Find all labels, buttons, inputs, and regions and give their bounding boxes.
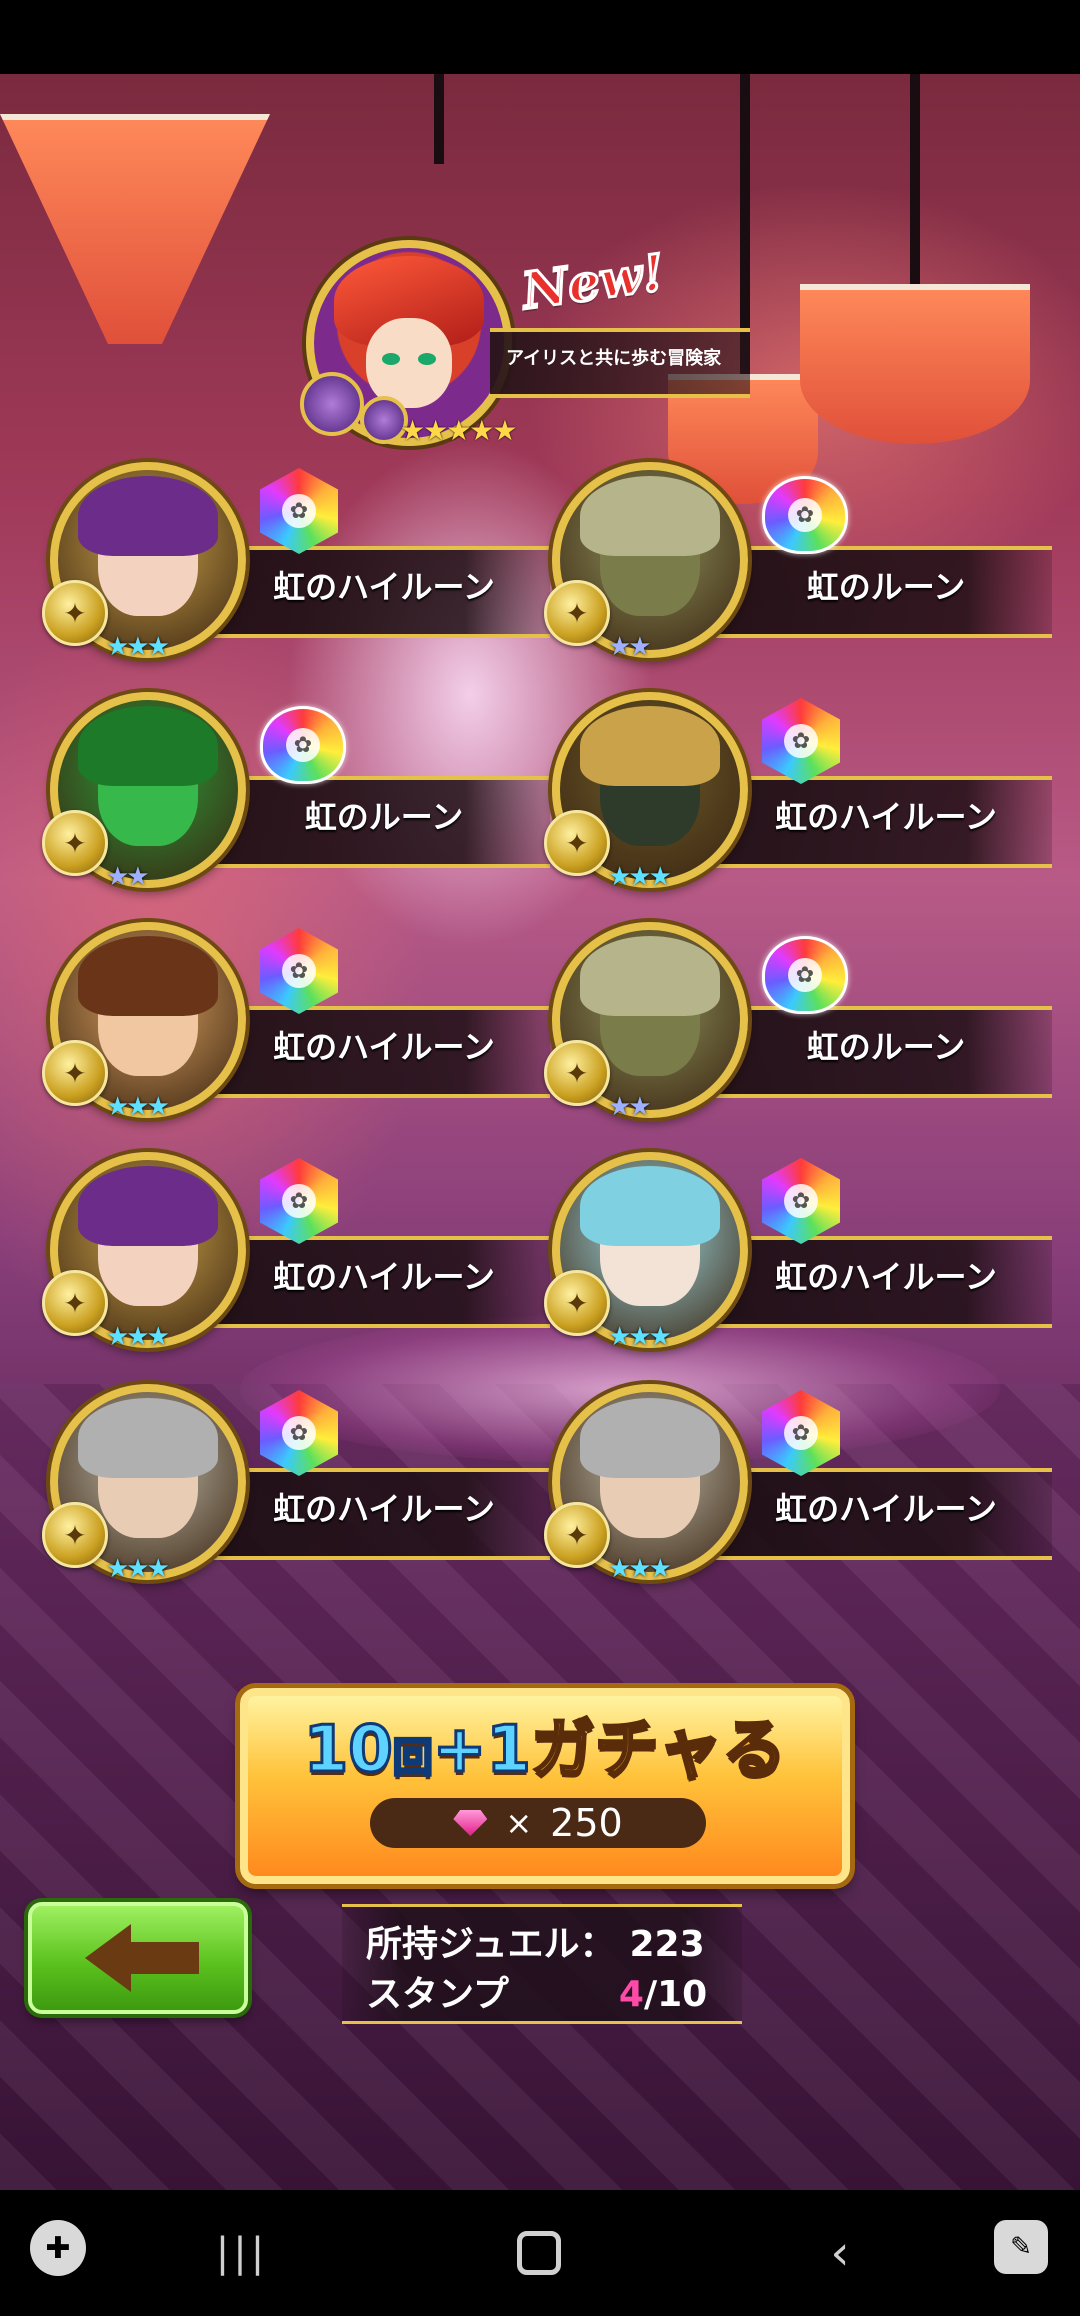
- result-card[interactable]: ✦ ★★★ ✿ 虹のハイルーン: [544, 692, 1052, 892]
- featured-stars: ★★★★★: [400, 414, 518, 447]
- gacha-10plus1-button[interactable]: 10回+1ガチャる × 250: [240, 1688, 850, 1884]
- item-name: 虹のハイルーン: [273, 568, 495, 606]
- item-name: 虹のハイルーン: [775, 1258, 997, 1296]
- item-name: 虹のルーン: [304, 798, 464, 836]
- result-card[interactable]: ✦ ★★★ ✿ 虹のハイルーン: [42, 462, 550, 662]
- result-card[interactable]: ✦ ★★ ✿ 虹のルーン: [544, 462, 1052, 662]
- rarity-stars: ★★★: [106, 1554, 170, 1584]
- item-name: 虹のハイルーン: [273, 1028, 495, 1066]
- gacha-button-title: 10回+1ガチャる: [302, 1712, 788, 1789]
- rarity-stars: ★★★: [106, 632, 170, 662]
- rainbow-rune-icon: ✿: [260, 1158, 338, 1244]
- stamp-count-row: スタンプ 4/10: [366, 1974, 708, 2015]
- class-icon: ✦: [544, 1502, 610, 1568]
- class-icon: ✦: [42, 1040, 108, 1106]
- cost-times: ×: [505, 1804, 533, 1842]
- featured-name: アイリスと共に歩む冒険家: [506, 348, 722, 369]
- result-card[interactable]: ✦ ★★★ ✿ 虹のハイルーン: [42, 1384, 550, 1584]
- cost-value: 250: [550, 1801, 623, 1845]
- rarity-stars: ★★: [106, 862, 150, 892]
- rainbow-rune-icon: ✿: [762, 476, 848, 554]
- item-name: 虹のルーン: [806, 1028, 966, 1066]
- class-icon: ✦: [544, 580, 610, 646]
- rainbow-rune-icon: ✿: [762, 1390, 840, 1476]
- new-badge: New!: [517, 241, 669, 322]
- cost-pill: × 250: [370, 1798, 706, 1848]
- rarity-stars: ★★★: [106, 1322, 170, 1352]
- class-icon: ✦: [544, 1270, 610, 1336]
- result-card[interactable]: ✦ ★★★ ✿ 虹のハイルーン: [544, 1384, 1052, 1584]
- item-name: 虹のハイルーン: [775, 798, 997, 836]
- lamp-cord: [434, 74, 444, 164]
- arrow-left-icon: [85, 1924, 199, 1992]
- class-icon: ✦: [544, 1040, 610, 1106]
- lamp-shade: [0, 114, 270, 344]
- item-name: 虹のハイルーン: [273, 1490, 495, 1528]
- class-icon: ✦: [42, 1270, 108, 1336]
- back-icon[interactable]: ‹: [810, 2220, 870, 2286]
- rainbow-rune-icon: ✿: [260, 706, 346, 784]
- lamp-cord: [910, 74, 920, 294]
- recents-icon[interactable]: |||: [212, 2220, 272, 2286]
- item-name: 虹のハイルーン: [775, 1490, 997, 1528]
- result-card[interactable]: ✦ ★★ ✿ 虹のルーン: [42, 692, 550, 892]
- screenshot-icon[interactable]: ✎: [994, 2220, 1048, 2274]
- back-button[interactable]: [28, 1902, 248, 2014]
- result-card[interactable]: ✦ ★★ ✿ 虹のルーン: [544, 922, 1052, 1122]
- class-icon: ✦: [42, 810, 108, 876]
- jewel-stamp-info: 所持ジュエル： 223 スタンプ 4/10: [342, 1904, 742, 2024]
- jewel-count-row: 所持ジュエル： 223: [366, 1924, 705, 1965]
- system-nav-bar: ✚ ||| ‹ ✎: [0, 2190, 1080, 2316]
- class-icon: [300, 372, 364, 436]
- class-icon: ✦: [42, 580, 108, 646]
- class-icon: ✦: [42, 1502, 108, 1568]
- rainbow-rune-icon: ✿: [762, 698, 840, 784]
- result-card[interactable]: ✦ ★★★ ✿ 虹のハイルーン: [544, 1152, 1052, 1352]
- featured-character[interactable]: New! アイリスと共に歩む冒険家 ★★★★★: [300, 160, 780, 460]
- home-icon[interactable]: [506, 2220, 572, 2286]
- rarity-stars: ★★★: [608, 1554, 672, 1584]
- result-card[interactable]: ✦ ★★★ ✿ 虹のハイルーン: [42, 922, 550, 1122]
- rainbow-rune-icon: ✿: [260, 1390, 338, 1476]
- rarity-stars: ★★★: [608, 1322, 672, 1352]
- result-card[interactable]: ✦ ★★★ ✿ 虹のハイルーン: [42, 1152, 550, 1352]
- rainbow-rune-icon: ✿: [260, 928, 338, 1014]
- rainbow-rune-icon: ✿: [762, 1158, 840, 1244]
- status-bar: [0, 0, 1080, 74]
- jewel-icon: [453, 1810, 488, 1836]
- lamp-shade: [800, 284, 1030, 444]
- rainbow-rune-icon: ✿: [762, 936, 848, 1014]
- item-name: 虹のルーン: [806, 568, 966, 606]
- rarity-stars: ★★: [608, 1092, 652, 1122]
- rarity-stars: ★★★: [106, 1092, 170, 1122]
- rarity-stars: ★★: [608, 632, 652, 662]
- class-icon: ✦: [544, 810, 610, 876]
- rarity-stars: ★★★: [608, 862, 672, 892]
- item-name: 虹のハイルーン: [273, 1258, 495, 1296]
- rainbow-rune-icon: ✿: [260, 468, 338, 554]
- gamepad-icon[interactable]: ✚: [30, 2220, 86, 2276]
